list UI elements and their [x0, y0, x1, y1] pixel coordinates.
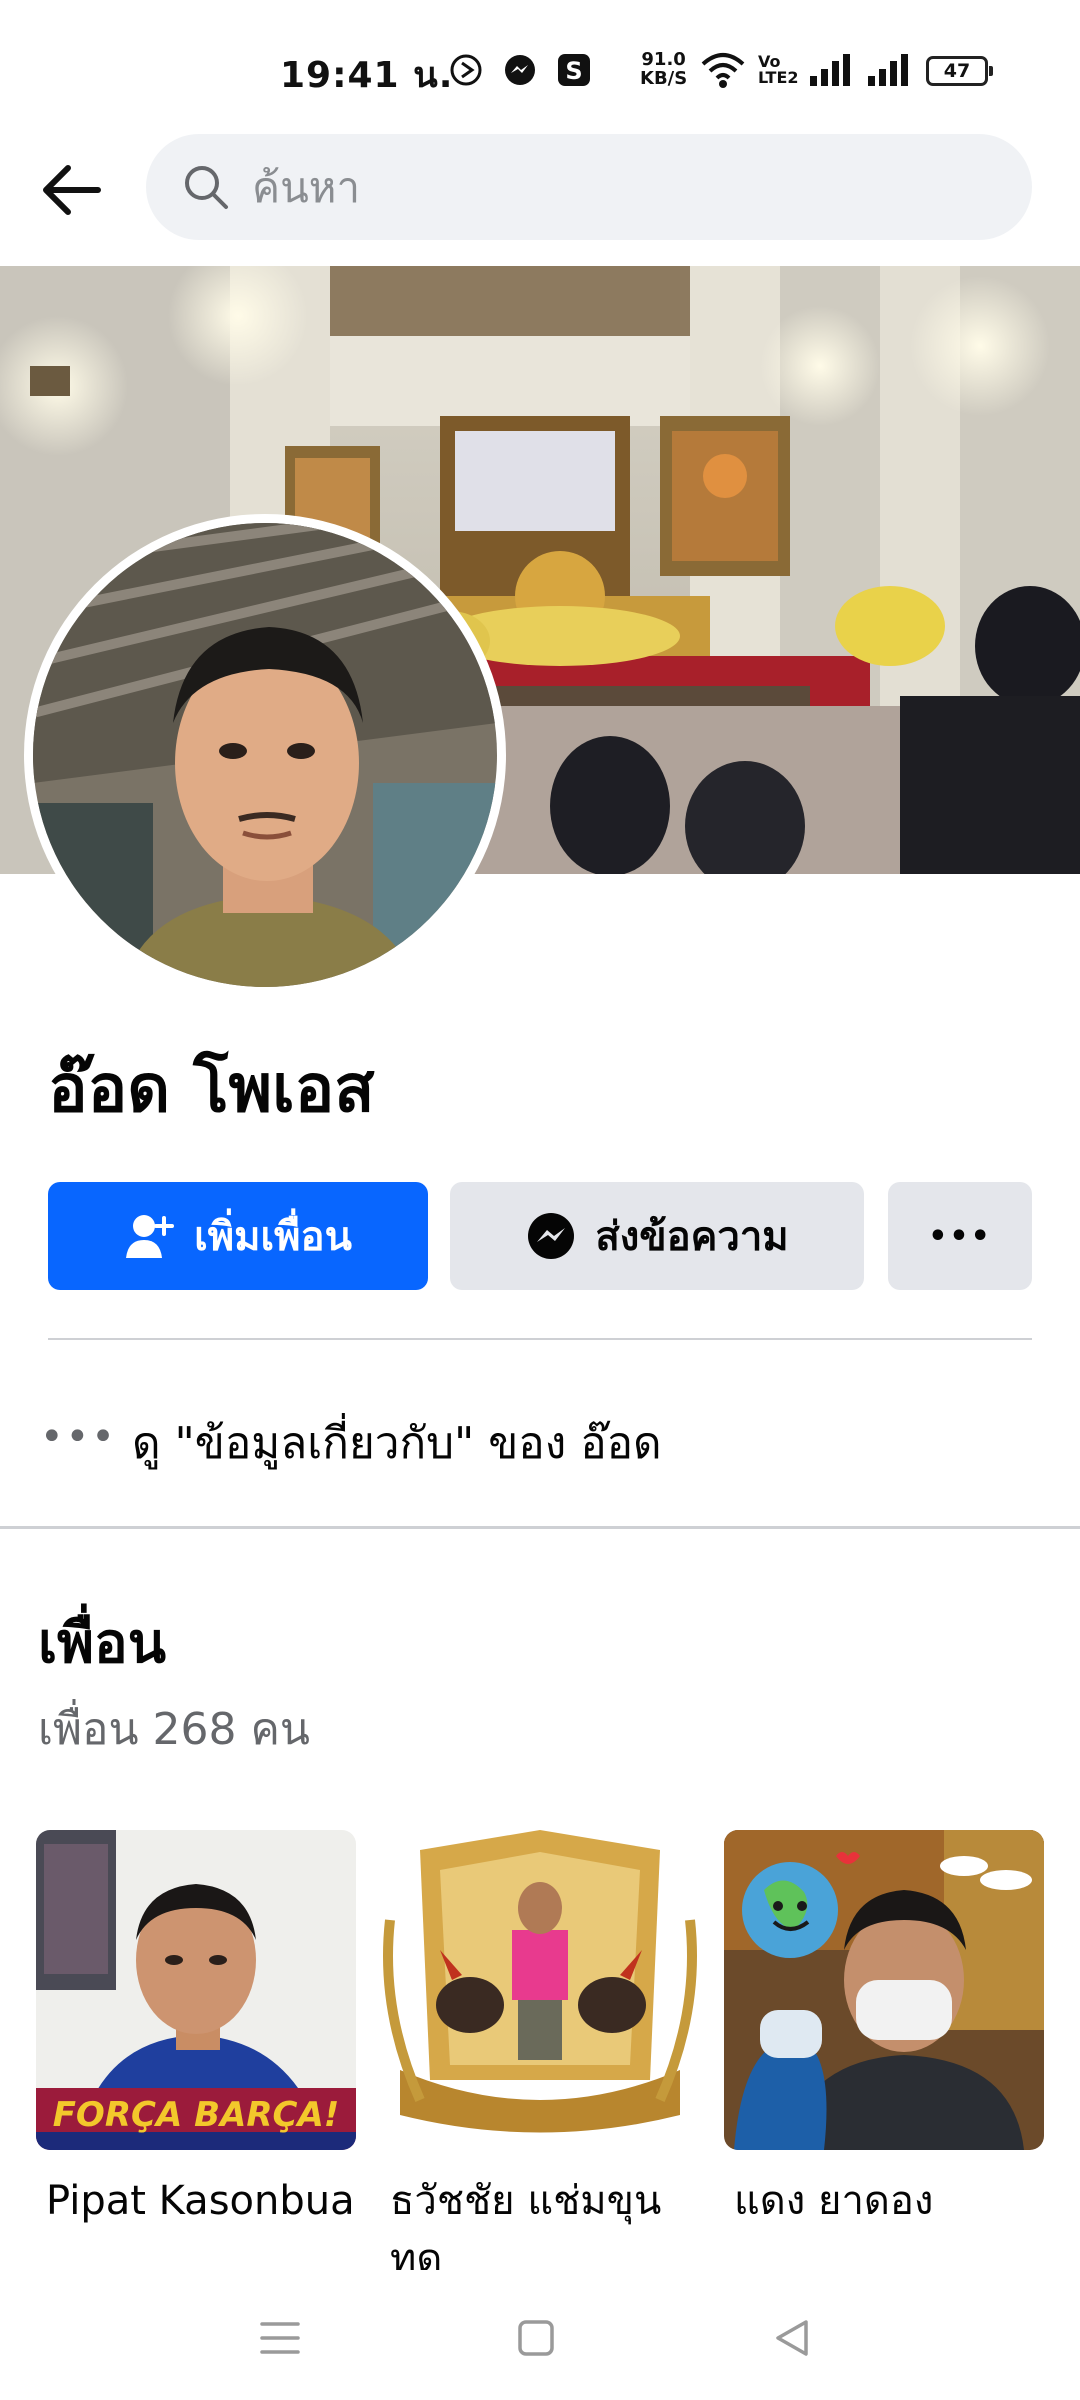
- message-label: ส่งข้อความ: [595, 1214, 789, 1260]
- friend-avatar-image: [724, 1830, 1044, 2150]
- about-dots-icon: •••: [40, 1414, 117, 1460]
- more-dots-icon: •••: [928, 1218, 992, 1254]
- network-speed: 91.0 KB/S: [640, 50, 687, 88]
- friend-avatar-image: [380, 1830, 700, 2150]
- friend-photo[interactable]: [380, 1830, 700, 2150]
- volte-indicator: Vo LTE2: [758, 54, 799, 86]
- friend-card[interactable]: แดง ยาดอง: [724, 1830, 1044, 2230]
- network-speed-unit: KB/S: [640, 68, 688, 89]
- about-link-text[interactable]: ดู "ข้อมูลเกี่ยวกับ" ของ อ๊อด: [132, 1408, 662, 1478]
- back-arrow-icon: [43, 165, 101, 215]
- home-button[interactable]: [508, 2310, 564, 2366]
- friend-photo[interactable]: FORÇA BARÇA!: [36, 1830, 356, 2150]
- add-friend-icon: [126, 1215, 175, 1258]
- home-square-icon: [518, 2320, 554, 2356]
- network-speed-value: 91.0: [641, 49, 686, 70]
- add-friend-button[interactable]: เพิ่มเพื่อน: [48, 1182, 428, 1290]
- search-bar[interactable]: [146, 134, 1032, 240]
- data-saver-icon: [450, 54, 482, 86]
- battery-level: 47: [943, 60, 971, 82]
- friend-card[interactable]: ธวัชชัย แช่มขุนทด: [380, 1830, 700, 2288]
- friends-section-title: เพื่อน: [38, 1611, 166, 1676]
- signal-sim2-icon: [868, 54, 908, 86]
- friend-photo-banner: FORÇA BARÇA!: [53, 2095, 340, 2135]
- profile-name: อ๊อด โพเอส: [48, 1050, 375, 1127]
- search-icon: [185, 166, 228, 209]
- friend-name[interactable]: แดง ยาดอง: [724, 2172, 1044, 2230]
- profile-picture[interactable]: [24, 514, 506, 996]
- profile-photo: [33, 523, 497, 987]
- more-options-button[interactable]: •••: [888, 1182, 1032, 1290]
- status-time: 19:41 น.: [280, 55, 454, 96]
- friends-count: เพื่อน 268 คน: [38, 1704, 311, 1755]
- back-triangle-icon: [776, 2320, 808, 2356]
- volte-bottom: LTE2: [758, 68, 799, 87]
- recent-apps-button[interactable]: [252, 2310, 308, 2366]
- system-back-button[interactable]: [764, 2310, 820, 2366]
- search-input[interactable]: [252, 162, 952, 212]
- menu-lines-icon: [260, 2322, 300, 2354]
- svg-text:S: S: [565, 57, 582, 85]
- wifi-icon: [701, 53, 745, 88]
- signal-sim1-icon: [810, 54, 850, 86]
- divider: [48, 1338, 1032, 1340]
- messenger-notification-icon: [505, 55, 535, 85]
- add-friend-label: เพิ่มเพื่อน: [194, 1214, 352, 1260]
- message-button[interactable]: ส่งข้อความ: [450, 1182, 864, 1290]
- friend-avatar-image: FORÇA BARÇA!: [36, 1830, 356, 2150]
- friend-photo[interactable]: [724, 1830, 1044, 2150]
- section-divider: [0, 1526, 1080, 1529]
- back-button[interactable]: [30, 150, 110, 230]
- about-link-row[interactable]: ••• ดู "ข้อมูลเกี่ยวกับ" ของ อ๊อด: [0, 1380, 1080, 1500]
- messenger-icon: [528, 1213, 575, 1259]
- battery-icon: 47: [926, 56, 993, 86]
- s-app-notification-icon: S: [558, 54, 590, 86]
- friend-name[interactable]: Pipat Kasonbua: [36, 2172, 356, 2230]
- system-navigation-bar: [0, 2270, 1080, 2400]
- friend-card[interactable]: FORÇA BARÇA! Pipat Kasonbua: [36, 1830, 356, 2230]
- status-bar: 19:41 น. S 91.0 KB/S Vo LTE2 47: [0, 0, 1080, 130]
